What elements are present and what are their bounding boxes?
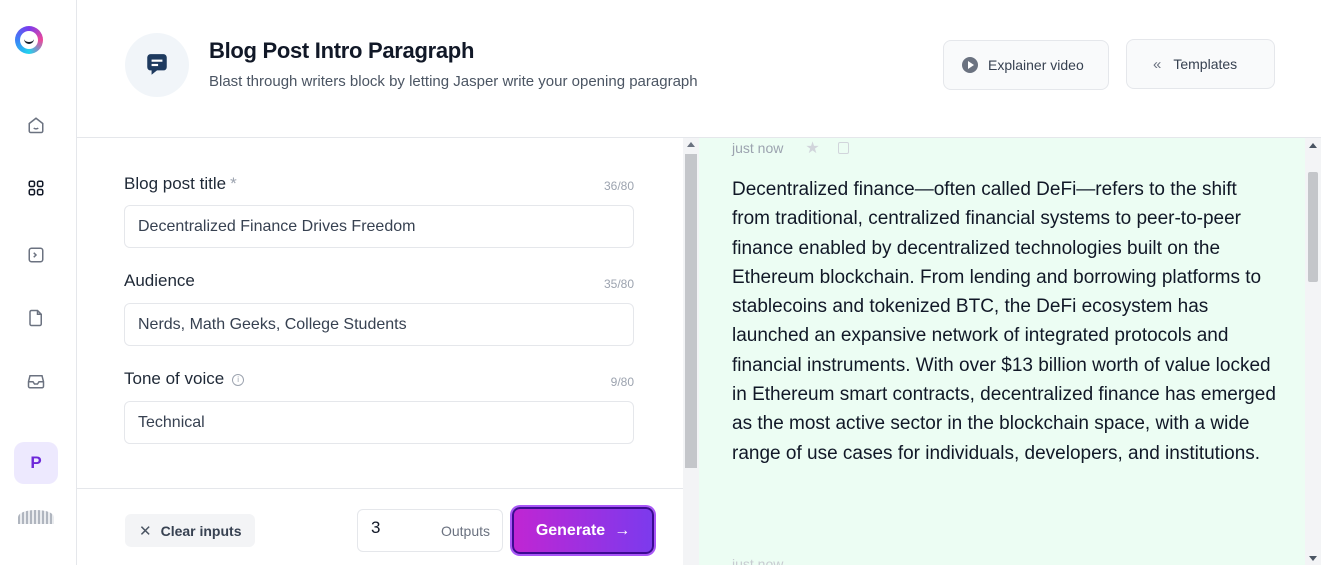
output-scrollbar-thumb[interactable] bbox=[1308, 172, 1318, 282]
form-scrollbar-thumb[interactable] bbox=[685, 154, 697, 468]
explainer-video-button[interactable]: Explainer video bbox=[943, 40, 1109, 90]
outputs-label: Outputs bbox=[440, 523, 490, 539]
tone-label-text: Tone of voice bbox=[124, 369, 225, 388]
template-header: Blog Post Intro Paragraph Blast through … bbox=[77, 0, 1321, 138]
arrow-right-icon: → bbox=[614, 521, 631, 539]
form-footer: ✕ Clear inputs Outputs Generate → bbox=[77, 488, 683, 565]
output-scrollbar[interactable] bbox=[1305, 138, 1321, 565]
templates-label: Templates bbox=[1173, 56, 1238, 72]
blog-title-counter: 36/80 bbox=[603, 179, 634, 193]
output-timestamp: just now bbox=[732, 140, 784, 156]
close-icon: ✕ bbox=[139, 522, 152, 540]
output-panel: just now ★ Decentralized finance—often c… bbox=[699, 138, 1305, 565]
explainer-video-label: Explainer video bbox=[988, 57, 1084, 73]
outputs-field[interactable]: Outputs bbox=[357, 509, 503, 552]
sidebar: P bbox=[0, 0, 77, 565]
document-icon[interactable] bbox=[27, 309, 45, 327]
generate-button[interactable]: Generate → bbox=[512, 507, 654, 554]
workspace-avatar[interactable]: P bbox=[14, 442, 58, 484]
blog-title-label: Blog post title * bbox=[124, 174, 237, 194]
page-title: Blog Post Intro Paragraph bbox=[209, 38, 475, 63]
chat-bubble-icon bbox=[125, 33, 189, 97]
tone-input[interactable] bbox=[124, 401, 634, 444]
blog-title-input[interactable] bbox=[124, 205, 634, 248]
chevrons-left-icon: « bbox=[1153, 55, 1162, 73]
scroll-down-arrow-icon[interactable] bbox=[1309, 556, 1317, 561]
blog-title-label-text: Blog post title bbox=[124, 174, 227, 193]
templates-button[interactable]: « Templates bbox=[1126, 39, 1275, 89]
audience-label: Audience bbox=[124, 271, 195, 290]
page-subtitle: Blast through writers block by letting J… bbox=[209, 73, 698, 90]
next-output-timestamp: just now bbox=[732, 556, 784, 565]
tone-label: Tone of voice i bbox=[124, 369, 245, 389]
outputs-count-input[interactable] bbox=[371, 518, 411, 538]
play-icon bbox=[962, 57, 978, 73]
grid-icon[interactable] bbox=[27, 179, 45, 197]
clear-inputs-button[interactable]: ✕ Clear inputs bbox=[125, 514, 256, 547]
output-meta: just now ★ bbox=[732, 138, 849, 158]
audience-counter: 35/80 bbox=[603, 277, 634, 291]
scroll-up-arrow-icon[interactable] bbox=[687, 142, 695, 147]
info-icon[interactable]: i bbox=[232, 374, 245, 386]
terminal-icon[interactable] bbox=[27, 246, 45, 264]
audience-input[interactable] bbox=[124, 303, 634, 346]
home-icon[interactable] bbox=[27, 116, 45, 134]
inbox-icon[interactable] bbox=[27, 372, 45, 390]
generate-label: Generate bbox=[535, 521, 606, 539]
user-avatar[interactable] bbox=[18, 510, 54, 524]
input-form: Blog post title* 36/80 Audience 35/80 To… bbox=[77, 138, 683, 488]
scroll-up-arrow-icon[interactable] bbox=[1309, 143, 1317, 148]
form-scrollbar[interactable] bbox=[683, 138, 699, 565]
star-icon[interactable]: ★ bbox=[805, 138, 819, 158]
required-mark: * bbox=[230, 174, 237, 193]
output-text[interactable]: Decentralized finance—often called DeFi—… bbox=[732, 175, 1277, 468]
jasper-logo-icon[interactable] bbox=[15, 26, 43, 54]
copy-icon[interactable] bbox=[837, 142, 849, 154]
workspace-avatar-letter: P bbox=[30, 453, 42, 472]
tone-counter: 9/80 bbox=[610, 375, 634, 389]
clear-inputs-label: Clear inputs bbox=[160, 522, 242, 539]
